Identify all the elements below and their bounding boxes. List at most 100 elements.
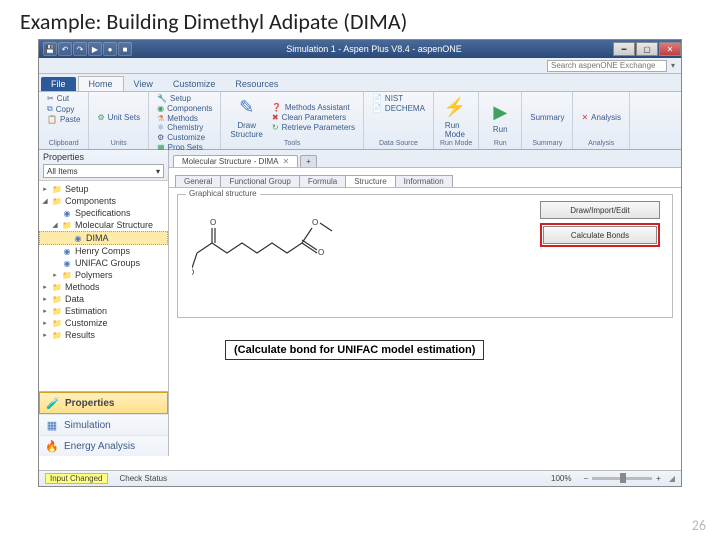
tab-file[interactable]: File xyxy=(41,77,76,91)
flask-icon: 🧪 xyxy=(46,396,60,410)
cross-icon: ✕ xyxy=(581,113,588,122)
tree-est-label: Estimation xyxy=(65,306,107,316)
qat-stop-icon[interactable]: ■ xyxy=(118,42,132,56)
nav-properties-button[interactable]: 🧪Properties xyxy=(39,392,168,414)
tree-specifications[interactable]: ◉Specifications xyxy=(39,207,168,219)
tree-customize[interactable]: ▸📁Customize xyxy=(39,317,168,329)
zoom-track[interactable] xyxy=(592,477,652,480)
tree-results-label: Results xyxy=(65,330,95,340)
tree-unifac[interactable]: ◉UNIFAC Groups xyxy=(39,257,168,269)
draw-import-edit-button[interactable]: Draw/Import/Edit xyxy=(540,201,660,219)
analysis-button[interactable]: ✕Analysis xyxy=(579,113,623,122)
unitsets-button[interactable]: ⚙Unit Sets xyxy=(95,113,142,122)
tree-henry[interactable]: ◉Henry Comps xyxy=(39,245,168,257)
zoom-slider[interactable]: − + xyxy=(584,474,661,483)
close-tab-icon[interactable]: ✕ xyxy=(282,157,289,166)
resize-grip-icon[interactable]: ◢ xyxy=(669,474,675,483)
dechema-icon: 📄 xyxy=(372,104,382,113)
tab-formula[interactable]: Formula xyxy=(299,175,346,187)
tree-components[interactable]: ◢📁Components xyxy=(39,195,168,207)
ribbon-group-datasource: 📄NIST 📄DECHEMA Data Source xyxy=(364,92,434,149)
tree-estimation[interactable]: ▸📁Estimation xyxy=(39,305,168,317)
calculate-bonds-button[interactable]: Calculate Bonds xyxy=(543,226,657,244)
runmode-label: Run Mode xyxy=(445,121,465,139)
methods-asst-label: Methods Assistant xyxy=(285,103,350,112)
tree-polymers[interactable]: ▸📁Polymers xyxy=(39,269,168,281)
status-input-changed[interactable]: Input Changed xyxy=(45,473,108,484)
zoom-thumb[interactable] xyxy=(620,473,626,483)
qat-next-icon[interactable]: ▶ xyxy=(88,42,102,56)
ribbon-group-clipboard: ✂Cut ⧉Copy 📋Paste Clipboard xyxy=(39,92,89,149)
folder-icon: 📁 xyxy=(62,220,72,230)
analysis-group-label: Analysis xyxy=(579,140,623,147)
tree-cust-label: Customize xyxy=(65,318,108,328)
window-buttons: ━ ▢ ✕ xyxy=(612,42,681,56)
nav-chemistry-button[interactable]: ⚛Chemistry xyxy=(155,123,214,132)
status-check[interactable]: Check Status xyxy=(116,474,172,483)
paste-button[interactable]: 📋Paste xyxy=(45,115,82,124)
methods-assistant-button[interactable]: ❓Methods Assistant xyxy=(270,103,357,112)
nav-filter-label: All Items xyxy=(47,167,78,176)
tree-data[interactable]: ▸📁Data xyxy=(39,293,168,305)
tab-customize[interactable]: Customize xyxy=(163,77,226,91)
tab-home[interactable]: Home xyxy=(78,76,124,91)
zoom-out-icon[interactable]: − xyxy=(584,474,589,483)
tab-resources[interactable]: Resources xyxy=(225,77,288,91)
doc-tab-add[interactable]: + xyxy=(300,155,317,167)
summary-group-label: Summary xyxy=(528,140,566,147)
minimize-button[interactable]: ━ xyxy=(613,42,635,56)
nav-customize-button[interactable]: ⚙Customize xyxy=(155,133,214,142)
tab-functional-group[interactable]: Functional Group xyxy=(220,175,299,187)
doc-tab-dima[interactable]: Molecular Structure - DIMA✕ xyxy=(173,155,298,167)
nav-filter-dropdown[interactable]: All Items ▾ xyxy=(43,164,164,178)
copy-button[interactable]: ⧉Copy xyxy=(45,104,82,114)
clean-params-button[interactable]: ✖Clean Parameters xyxy=(270,113,357,122)
runmode-button[interactable]: ⚡Run Mode xyxy=(440,95,470,140)
nist-icon: 📄 xyxy=(372,94,382,103)
draw-structure-button[interactable]: ✎Draw Structure xyxy=(227,95,265,140)
retrieve-params-button[interactable]: ↻Retrieve Parameters xyxy=(270,123,357,132)
form-icon: ◉ xyxy=(62,246,72,256)
nav-simulation-button[interactable]: ▦Simulation xyxy=(39,414,168,435)
cut-button[interactable]: ✂Cut xyxy=(45,94,82,103)
clean-label: Clean Parameters xyxy=(282,113,346,122)
nav-components-button[interactable]: ◉Components xyxy=(155,104,214,113)
ribbon: ✂Cut ⧉Copy 📋Paste Clipboard ⚙Unit Sets U… xyxy=(39,92,681,150)
tab-view[interactable]: View xyxy=(124,77,163,91)
nav-components-label: Components xyxy=(167,104,212,113)
cut-label: Cut xyxy=(57,94,69,103)
wrench-icon: 🔧 xyxy=(157,94,167,103)
zoom-in-icon[interactable]: + xyxy=(656,474,661,483)
scissors-icon: ✂ xyxy=(47,94,54,103)
qat-save-icon[interactable]: 💾 xyxy=(43,42,57,56)
maximize-button[interactable]: ▢ xyxy=(636,42,658,56)
nav-setup-button[interactable]: 🔧Setup xyxy=(155,94,214,103)
tab-structure[interactable]: Structure xyxy=(345,175,395,187)
run-group-label: Run xyxy=(485,140,515,147)
annotation-callout: (Calculate bond for UNIFAC model estimat… xyxy=(225,340,484,360)
tree-setup[interactable]: ▸📁Setup xyxy=(39,183,168,195)
tree-methods[interactable]: ▸📁Methods xyxy=(39,281,168,293)
tree-results[interactable]: ▸📁Results xyxy=(39,329,168,341)
qat-run-icon[interactable]: ● xyxy=(103,42,117,56)
folder-icon: 📁 xyxy=(52,318,62,328)
run-button[interactable]: ▶Run xyxy=(485,99,515,135)
tab-information[interactable]: Information xyxy=(395,175,453,187)
zoom-label: 100% xyxy=(547,474,575,483)
nist-button[interactable]: 📄NIST xyxy=(370,94,427,103)
tree-dima[interactable]: ◉DIMA xyxy=(39,231,168,245)
summary-button[interactable]: Summary xyxy=(528,113,566,122)
tree-molecular-structure[interactable]: ◢📁Molecular Structure xyxy=(39,219,168,231)
search-input[interactable] xyxy=(547,60,667,72)
nav-methods-label: Methods xyxy=(167,114,198,123)
tab-general[interactable]: General xyxy=(175,175,221,187)
tree-components-label: Components xyxy=(65,196,116,206)
search-dropdown-icon[interactable]: ▾ xyxy=(671,61,675,70)
dechema-button[interactable]: 📄DECHEMA xyxy=(370,104,427,113)
close-button[interactable]: ✕ xyxy=(659,42,681,56)
runmode-group-label: Run Mode xyxy=(440,140,472,147)
qat-redo-icon[interactable]: ↷ xyxy=(73,42,87,56)
nav-energy-button[interactable]: 🔥Energy Analysis xyxy=(39,435,168,456)
qat-undo-icon[interactable]: ↶ xyxy=(58,42,72,56)
nav-methods-button[interactable]: ⚗Methods xyxy=(155,114,214,123)
